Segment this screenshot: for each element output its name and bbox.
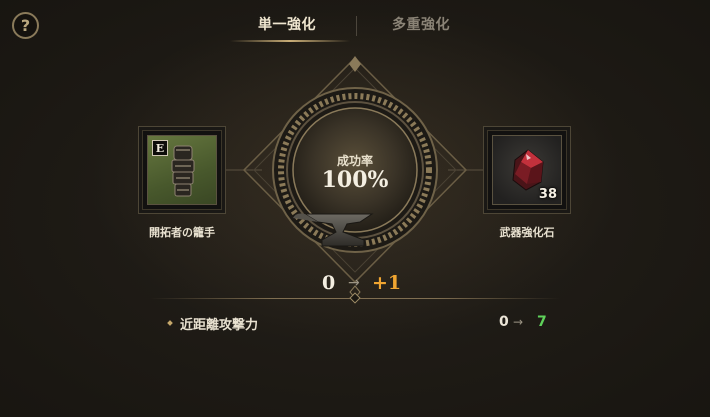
material-slot-inner: 38 xyxy=(492,135,562,205)
material-name: 武器強化石 xyxy=(499,226,555,239)
arrow-right-icon: → xyxy=(513,315,524,329)
stat-new-value: 7 xyxy=(537,314,547,330)
equipment-slot-inner: E xyxy=(147,135,217,205)
bullet-icon xyxy=(167,320,173,326)
grade-badge: E xyxy=(152,140,168,156)
arrow-right-icon: → xyxy=(348,275,360,291)
stat-current-value: 0 xyxy=(499,314,509,330)
stat-label: 近距離攻撃力 xyxy=(180,318,259,333)
success-rate-value: 100% xyxy=(321,167,389,193)
next-level: +1 xyxy=(372,272,402,294)
stat-row: 近距離攻撃力 0 → 7 xyxy=(160,312,560,336)
enhance-frame xyxy=(226,56,483,299)
current-level: 0 xyxy=(322,272,336,294)
equipment-name: 開拓者の籠手 xyxy=(149,226,215,239)
material-count: 38 xyxy=(538,187,557,202)
equipment-slot[interactable]: E xyxy=(138,126,226,214)
material-slot[interactable]: 38 xyxy=(483,126,571,214)
